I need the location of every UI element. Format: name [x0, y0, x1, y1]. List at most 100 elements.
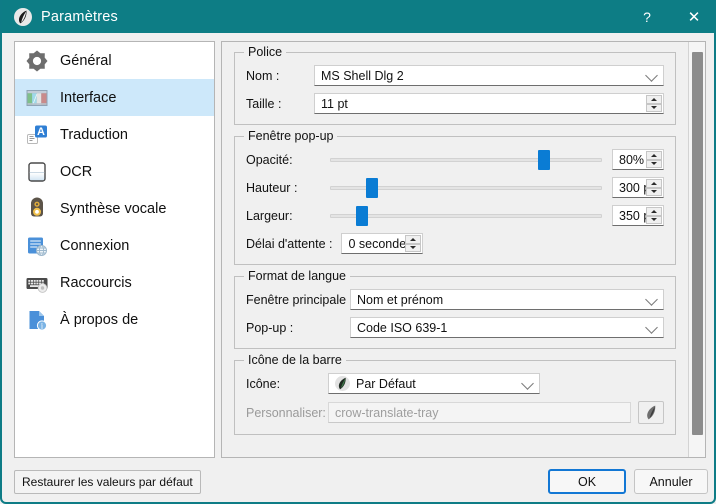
spin-up-button[interactable] [646, 179, 662, 188]
cancel-button[interactable]: Annuler [634, 469, 708, 494]
width-row: Largeur: 350 px [246, 205, 664, 226]
spin-down-button[interactable] [646, 159, 662, 168]
spin-down-button[interactable] [646, 187, 662, 196]
sidebar-item-about[interactable]: i À propos de [15, 301, 214, 338]
triangle-down-icon [651, 218, 657, 222]
speaker-icon [24, 196, 50, 222]
spin-down-button[interactable] [646, 215, 662, 224]
help-button[interactable]: ? [624, 0, 670, 33]
spin-buttons[interactable] [405, 235, 422, 252]
delay-label: Délai d'attente : [246, 236, 333, 251]
sidebar-item-shortcuts[interactable]: Raccourcis [15, 264, 214, 301]
slider-handle[interactable] [366, 178, 379, 198]
scrollbar-thumb[interactable] [692, 52, 703, 435]
spin-buttons[interactable] [646, 179, 662, 196]
font-name-value: MS Shell Dlg 2 [321, 68, 404, 83]
popup-window-group: Fenêtre pop-up Opacité: 80% Hauteur: 30… [234, 129, 676, 265]
interface-settings-pane: Police Nom : MS Shell Dlg 2 Taille : 11 … [221, 41, 706, 458]
title-bar: Paramètres ? ✕ [2, 0, 716, 33]
tray-group-title: Icône de la barre [244, 353, 346, 367]
ocr-page-icon [24, 159, 50, 185]
spin-buttons[interactable] [646, 95, 662, 112]
main-window-format-row: Fenêtre principale : Nom et prénom [246, 289, 664, 310]
sidebar-item-general[interactable]: Général [15, 42, 214, 79]
sidebar-item-translation[interactable]: A Traduction [15, 116, 214, 153]
popup-format-label: Pop-up : [246, 320, 294, 335]
window-title: Paramètres [41, 8, 118, 25]
sidebar-item-label: Général [60, 52, 112, 69]
sidebar-item-interface[interactable]: Interface [15, 79, 214, 116]
triangle-up-icon [651, 181, 657, 185]
network-icon [24, 233, 50, 259]
main-window-format-label: Fenêtre principale : [246, 292, 354, 307]
tray-icon-combobox[interactable]: Par Défaut [328, 373, 540, 394]
settings-window: Paramètres ? ✕ Général Interface A Tradu… [0, 0, 716, 504]
close-button[interactable]: ✕ [670, 0, 716, 33]
triangle-up-icon [651, 153, 657, 157]
height-slider[interactable] [330, 177, 602, 198]
crow-logo-glyph [18, 10, 27, 23]
triangle-down-icon [651, 162, 657, 166]
keyboard-icon [24, 270, 50, 296]
sidebar-item-label: À propos de [60, 311, 139, 328]
font-name-combobox[interactable]: MS Shell Dlg 2 [314, 65, 664, 86]
sidebar-item-connection[interactable]: Connexion [15, 227, 214, 264]
tray-custom-label: Personnaliser: [246, 405, 326, 420]
spin-up-button[interactable] [646, 151, 662, 160]
ok-button[interactable]: OK [548, 469, 626, 494]
width-slider[interactable] [330, 205, 602, 226]
translate-icon: A [24, 122, 50, 148]
triangle-up-icon [410, 237, 417, 241]
vertical-scrollbar[interactable] [688, 42, 705, 457]
svg-text:A: A [37, 126, 45, 138]
spin-down-button[interactable] [646, 103, 662, 112]
slider-handle[interactable] [538, 150, 550, 170]
font-name-row: Nom : MS Shell Dlg 2 [246, 65, 664, 86]
chevron-down-icon [645, 320, 658, 334]
opacity-value: 80% [619, 152, 645, 167]
height-spinbox[interactable]: 300 px [612, 177, 664, 198]
spin-buttons[interactable] [646, 207, 662, 224]
sidebar-item-ocr[interactable]: OCR [15, 153, 214, 190]
width-spinbox[interactable]: 350 px [612, 205, 664, 226]
info-document-icon: i [24, 307, 50, 333]
sidebar-item-speech[interactable]: Synthèse vocale [15, 190, 214, 227]
settings-category-list[interactable]: Général Interface A Traduction OCR Synth… [14, 41, 215, 458]
sidebar-item-label: Interface [60, 89, 117, 106]
opacity-spinbox[interactable]: 80% [612, 149, 664, 170]
delay-row: Délai d'attente : 0 seconde [246, 233, 664, 254]
restore-defaults-button[interactable]: Restaurer les valeurs par défaut [14, 470, 201, 494]
chevron-down-icon [645, 292, 658, 306]
font-size-value: 11 pt [321, 96, 348, 111]
triangle-up-icon [651, 97, 657, 101]
delay-spinbox[interactable]: 0 seconde [341, 233, 424, 254]
crow-logo-icon [14, 7, 32, 26]
language-group-title: Format de langue [244, 269, 350, 283]
popup-format-combobox[interactable]: Code ISO 639-1 [350, 317, 664, 338]
slider-handle[interactable] [356, 206, 368, 226]
chevron-down-icon [521, 376, 534, 390]
font-size-spinbox[interactable]: 11 pt [314, 93, 664, 114]
triangle-down-icon [651, 190, 657, 194]
main-window-format-combobox[interactable]: Nom et prénom [350, 289, 664, 310]
popup-group-title: Fenêtre pop-up [244, 129, 338, 143]
spin-down-button[interactable] [405, 243, 422, 252]
gear-icon [24, 48, 50, 74]
opacity-slider[interactable] [330, 149, 602, 170]
triangle-down-icon [651, 106, 657, 110]
tray-custom-browse-button[interactable] [638, 401, 664, 424]
sidebar-item-label: OCR [60, 163, 93, 180]
spin-up-button[interactable] [405, 235, 422, 244]
chevron-down-icon [645, 68, 658, 82]
font-size-row: Taille : 11 pt [246, 93, 664, 114]
spin-buttons[interactable] [646, 151, 662, 168]
spin-up-button[interactable] [646, 95, 662, 104]
spin-up-button[interactable] [646, 207, 662, 216]
sidebar-item-label: Synthèse vocale [60, 200, 167, 217]
width-label: Largeur: [246, 208, 293, 223]
tray-custom-input[interactable]: crow-translate-tray [328, 402, 631, 423]
settings-scroll-content: Police Nom : MS Shell Dlg 2 Taille : 11 … [222, 42, 688, 457]
popup-format-row: Pop-up : Code ISO 639-1 [246, 317, 664, 338]
height-row: Hauteur : 300 px [246, 177, 664, 198]
sidebar-item-label: Connexion [60, 237, 130, 254]
